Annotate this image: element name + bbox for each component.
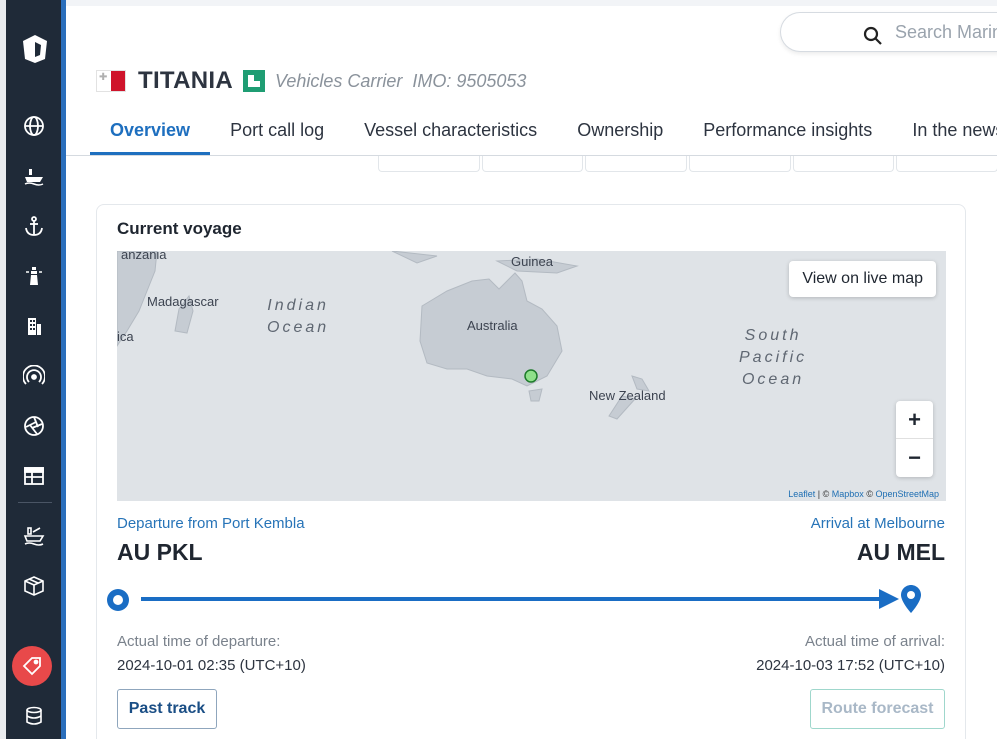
vessel-type: Vehicles Carrier (274, 70, 403, 91)
leaflet-link[interactable]: Leaflet (788, 489, 815, 499)
arrival-code: AU MEL (856, 539, 945, 565)
main-content: TITANIA Vehicles Carrier IMO: 9505053 Ov… (66, 6, 997, 739)
route-forecast-button[interactable]: Route forecast (810, 689, 945, 729)
tab-in-the-news[interactable]: In the news (892, 112, 997, 155)
route-arrow-icon (879, 589, 899, 609)
tab-ownership[interactable]: Ownership (557, 112, 683, 155)
thumbnail-strip (378, 156, 997, 172)
tab-bar: Overview Port call log Vessel characteri… (90, 112, 997, 156)
ocean-label-line: Indian (267, 297, 329, 314)
sidebar-divider (18, 502, 52, 503)
thumbnail[interactable] (585, 156, 688, 172)
thumbnail[interactable] (689, 156, 791, 172)
tab-performance-insights[interactable]: Performance insights (683, 112, 892, 155)
past-track-button[interactable]: Past track (117, 689, 217, 729)
map-label-guinea: Guinea (511, 254, 553, 269)
box-icon[interactable] (18, 570, 50, 602)
map-label-south-pacific-ocean: South Pacific Ocean (739, 325, 807, 391)
map-label-africa: ica (117, 329, 134, 344)
mapbox-link[interactable]: Mapbox (832, 489, 864, 499)
route-progress-line (141, 597, 881, 601)
tab-overview[interactable]: Overview (90, 112, 211, 155)
zoom-in-button[interactable]: + (896, 401, 933, 439)
anchor-icon[interactable] (18, 210, 50, 242)
view-live-map-button[interactable]: View on live map (789, 261, 936, 297)
atd-label: Actual time of departure: (117, 633, 281, 650)
tag-icon[interactable] (12, 646, 52, 686)
thumbnail[interactable] (481, 156, 584, 172)
map-label-new-zealand: New Zealand (589, 388, 666, 403)
voyage-map[interactable]: anzania Madagascar ica Guinea Australia … (117, 251, 946, 501)
signal-icon[interactable] (18, 360, 50, 392)
ata-value: 2024-10-03 17:52 (UTC+10) (756, 657, 945, 674)
atd-value: 2024-10-01 02:35 (UTC+10) (117, 657, 306, 674)
sidebar (0, 0, 66, 739)
vessel-type-badge-icon (242, 70, 265, 92)
marinetraffic-logo-icon[interactable] (20, 33, 50, 65)
departure-port-link[interactable]: Departure from Port Kembla (117, 515, 305, 532)
ship-cargo-icon[interactable] (18, 520, 50, 552)
ata-label: Actual time of arrival: (804, 633, 945, 650)
tab-port-call-log[interactable]: Port call log (210, 112, 344, 155)
lighthouse-icon[interactable] (18, 260, 50, 292)
globe-icon[interactable] (18, 110, 50, 142)
route-start-icon (107, 589, 129, 611)
ocean-label-line: Ocean (267, 319, 330, 336)
database-icon[interactable] (18, 700, 50, 732)
ship-icon[interactable] (18, 160, 50, 192)
map-label-indian-ocean: Indian Ocean (267, 295, 329, 339)
attribution-separator: © (863, 489, 876, 499)
building-icon[interactable] (18, 310, 50, 342)
search-bar[interactable] (780, 12, 997, 52)
thumbnail[interactable] (378, 156, 480, 172)
vessel-imo: IMO: 9505053 (412, 70, 527, 91)
vessel-position-marker[interactable] (524, 369, 538, 383)
vessel-header: TITANIA Vehicles Carrier IMO: 9505053 (96, 66, 526, 96)
thumbnail[interactable] (896, 156, 997, 172)
openstreetmap-link[interactable]: OpenStreetMap (875, 489, 939, 499)
flag-icon (96, 70, 126, 92)
current-voyage-card: Current voyage anzania Madagascar ica Gu… (96, 204, 966, 739)
destination-pin-icon (901, 585, 921, 613)
map-label-australia: Australia (467, 318, 518, 333)
arrival-port-link[interactable]: Arrival at Melbourne (811, 515, 945, 532)
departure-code: AU PKL (117, 539, 203, 565)
ocean-label-line: Ocean (741, 371, 805, 388)
map-label-tanzania: anzania (121, 251, 167, 262)
aperture-icon[interactable] (18, 410, 50, 442)
map-label-madagascar: Madagascar (147, 294, 219, 309)
zoom-out-button[interactable]: − (896, 439, 933, 477)
app-root: TITANIA Vehicles Carrier IMO: 9505053 Ov… (0, 0, 997, 739)
card-title: Current voyage (117, 219, 242, 238)
search-icon[interactable] (863, 26, 883, 46)
ocean-label-line: South (744, 327, 802, 344)
vessel-name: TITANIA (138, 67, 233, 94)
search-input[interactable] (895, 21, 997, 43)
thumbnail[interactable] (792, 156, 895, 172)
attribution-separator: | © (815, 489, 832, 499)
table-icon[interactable] (18, 460, 50, 492)
map-attribution: Leaflet | © Mapbox © OpenStreetMap (788, 489, 939, 499)
tab-vessel-characteristics[interactable]: Vessel characteristics (344, 112, 557, 155)
ocean-label-line: Pacific (739, 349, 808, 366)
zoom-control: + − (896, 401, 933, 477)
